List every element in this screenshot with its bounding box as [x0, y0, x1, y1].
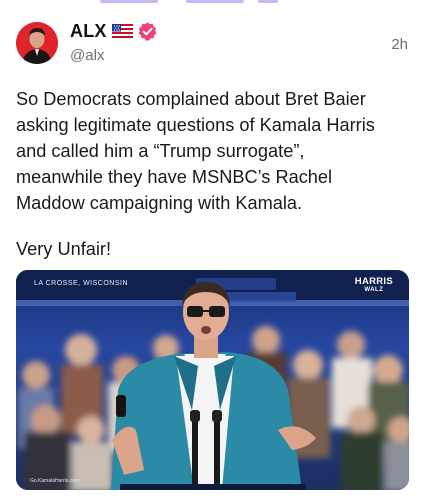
avatar[interactable] — [16, 22, 58, 64]
us-flag-icon — [111, 24, 133, 38]
campaign-logo-line2: WALZ — [364, 287, 384, 293]
author-handle[interactable]: @alx — [70, 47, 104, 64]
campaign-logo: HARRIS WALZ — [355, 277, 393, 295]
verified-badge-icon — [138, 21, 157, 41]
video-frame — [16, 270, 409, 490]
video-location-caption: LA CROSSE, WISCONSIN — [34, 280, 129, 287]
campaign-logo-line1: HARRIS — [354, 276, 393, 287]
post-timestamp[interactable]: 2h — [391, 36, 408, 53]
post-text-line: Very Unfair! — [16, 239, 112, 259]
post-text-line: and called him a “Trump surrogate”, — [16, 141, 305, 161]
top-bar-segment — [258, 0, 278, 3]
post-text: So Democrats complained about Bret Baier… — [16, 86, 416, 262]
post-text-line: asking legitimate questions of Kamala Ha… — [16, 115, 375, 135]
video-url-caption: Go.KamalaHarris.com — [30, 478, 80, 484]
top-progress-bar — [0, 0, 426, 3]
post-media-video[interactable]: LA CROSSE, WISCONSIN HARRIS WALZ Go.Kama… — [16, 270, 409, 490]
post-text-line: Maddow campaigning with Kamala. — [16, 193, 303, 213]
post-text-line: meanwhile they have MSNBC’s Rachel — [16, 167, 333, 187]
author-name-row: ALX — [70, 20, 158, 42]
author-name[interactable]: ALX — [70, 21, 107, 42]
top-bar-segment — [186, 0, 244, 3]
top-bar-segment — [100, 0, 158, 3]
post-text-line: So Democrats complained about Bret Baier — [16, 89, 366, 109]
